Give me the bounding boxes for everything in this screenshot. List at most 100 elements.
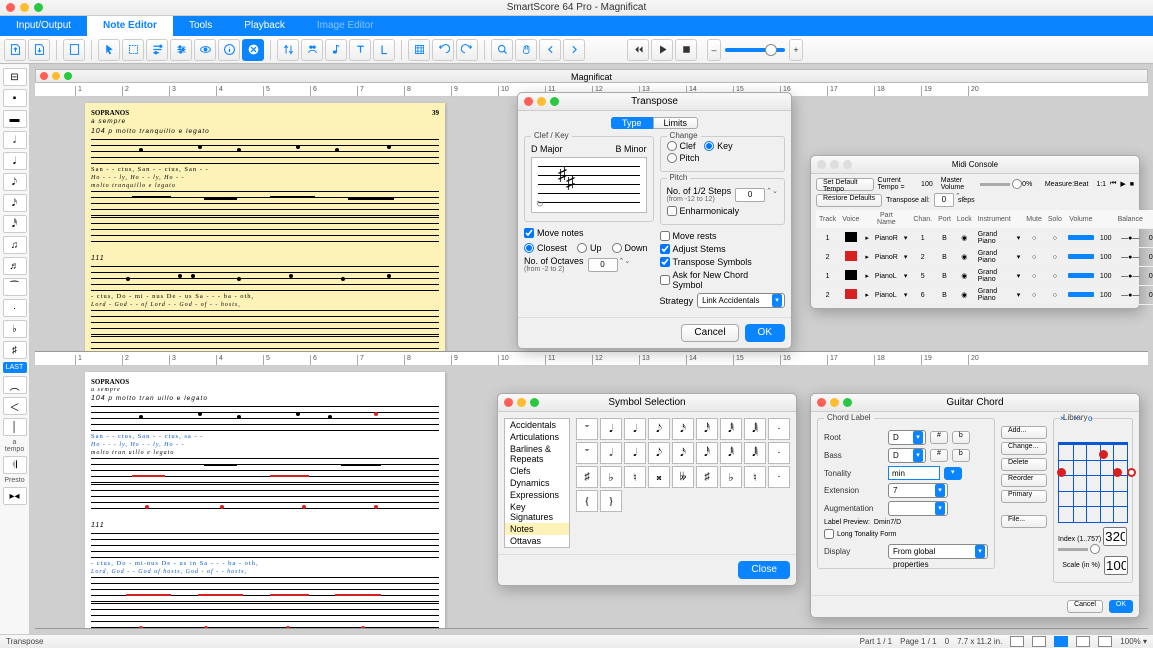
- transsymbols-check[interactable]: [660, 257, 670, 267]
- tool-part-icon[interactable]: [301, 39, 323, 61]
- tool-next-icon[interactable]: [563, 39, 585, 61]
- symbol-cell[interactable]: ♯: [696, 466, 718, 488]
- tab-limits[interactable]: Limits: [653, 117, 699, 129]
- symbol-cell[interactable]: 𝅘𝅥𝅮: [648, 442, 670, 464]
- play-icon[interactable]: [651, 39, 673, 61]
- close-icon[interactable]: [524, 97, 533, 106]
- score-page-top[interactable]: SOPRANOS a sempre 39 104 p molto tranqui…: [85, 103, 445, 352]
- zoom-light[interactable]: [34, 3, 43, 12]
- symbol-cell[interactable]: ·: [768, 466, 790, 488]
- max-icon[interactable]: [550, 97, 559, 106]
- symbol-cell[interactable]: 𝄻: [576, 418, 598, 440]
- add-button[interactable]: Add...: [1001, 426, 1047, 439]
- tool-properties-icon[interactable]: [146, 39, 168, 61]
- change-pitch-radio[interactable]: [667, 153, 677, 163]
- midi-row[interactable]: 2▸PianoL▾6B◉Grand Piano▾○○100—●—00: [816, 286, 1153, 305]
- pal-cresc-icon[interactable]: ＜: [3, 397, 27, 415]
- symbol-cell[interactable]: 𝄫: [672, 466, 694, 488]
- symbol-category[interactable]: Dynamics: [505, 477, 569, 489]
- display-select[interactable]: From global properties: [888, 544, 988, 559]
- transall-spinner[interactable]: 0: [934, 193, 954, 207]
- symbol-cell[interactable]: ♭: [600, 466, 622, 488]
- min-icon[interactable]: [517, 398, 526, 407]
- tool-export-icon[interactable]: [28, 39, 50, 61]
- tempo-plus-icon[interactable]: +: [789, 39, 803, 61]
- index-slider[interactable]: [1058, 548, 1088, 551]
- tool-cursor-icon[interactable]: [98, 39, 120, 61]
- tool-hide-icon[interactable]: [242, 39, 264, 61]
- symbol-cell[interactable]: 𝅘𝅥𝅲: [744, 418, 766, 440]
- pal-collapse-icon[interactable]: ▸◂: [3, 487, 27, 505]
- chord-cancel-button[interactable]: Cancel: [1067, 600, 1103, 613]
- view-mode-2-icon[interactable]: [1032, 636, 1046, 647]
- tonality-picker[interactable]: ▾: [944, 467, 962, 480]
- symbol-category[interactable]: Key Signatures: [505, 501, 569, 523]
- longform-check[interactable]: [824, 529, 834, 539]
- symbol-cell[interactable]: ·: [768, 418, 790, 440]
- tool-lyric-icon[interactable]: [373, 39, 395, 61]
- symbol-category[interactable]: Rests: [505, 547, 569, 548]
- tab-note-editor[interactable]: Note Editor: [87, 16, 173, 36]
- pal-beam2-icon[interactable]: ♫: [3, 236, 27, 254]
- fretboard[interactable]: [1058, 443, 1128, 523]
- pal-16th-icon[interactable]: 𝅘𝅥𝅯: [3, 194, 27, 212]
- tempo-slider[interactable]: [725, 48, 785, 52]
- newchord-check[interactable]: [660, 275, 670, 285]
- strategy-select[interactable]: Link Accidentals: [697, 293, 785, 308]
- tool-info-icon[interactable]: [218, 39, 240, 61]
- symbol-cell[interactable]: 𝅘𝅥: [600, 418, 622, 440]
- symbol-grid[interactable]: 𝄻𝅘𝅥𝅘𝅥𝅘𝅥𝅮𝅘𝅥𝅯𝅘𝅥𝅰𝅘𝅥𝅱𝅘𝅥𝅲·𝄻𝅗𝅥𝅘𝅥𝅘𝅥𝅮𝅘𝅥𝅯𝅘𝅥𝅰𝅘𝅥𝅱𝅘𝅥…: [576, 418, 790, 548]
- symbol-category[interactable]: Barlines & Repeats: [505, 443, 569, 465]
- symbol-cell[interactable]: 𝅘𝅥𝅰: [696, 418, 718, 440]
- bass-flat-button[interactable]: b: [952, 449, 970, 462]
- pal-dot-icon[interactable]: ·: [3, 299, 27, 317]
- delete-button[interactable]: Delete: [1001, 458, 1047, 471]
- min-icon[interactable]: [830, 398, 839, 407]
- minimize-light[interactable]: [20, 3, 29, 12]
- change-clef-radio[interactable]: [667, 141, 677, 151]
- tool-gracenote-icon[interactable]: [325, 39, 347, 61]
- midi-row[interactable]: 2▸PianoR▾2B◉Grand Piano▾○○100—●—00: [816, 248, 1153, 267]
- tab-type[interactable]: Type: [611, 117, 653, 129]
- symbol-category[interactable]: Expressions: [505, 489, 569, 501]
- symbol-cell[interactable]: 𝅘𝅥𝅰: [696, 442, 718, 464]
- tool-prev-icon[interactable]: [539, 39, 561, 61]
- change-key-radio[interactable]: [704, 141, 714, 151]
- tab-image-editor[interactable]: Image Editor: [301, 16, 390, 36]
- pal-last-label[interactable]: LAST: [3, 362, 27, 373]
- symbol-cell[interactable]: {: [576, 490, 598, 512]
- symbol-cell[interactable]: 𝄪: [648, 466, 670, 488]
- tool-grid-icon[interactable]: [408, 39, 430, 61]
- symbol-category[interactable]: Articulations: [505, 431, 569, 443]
- stop-icon[interactable]: [675, 39, 697, 61]
- midi-row[interactable]: 1▸PianoL▾5B◉Grand Piano▾○○100—●—00: [816, 267, 1153, 286]
- symbol-cell[interactable]: 𝅘𝅥𝅯: [672, 418, 694, 440]
- pal-tie-icon[interactable]: ⁀: [3, 278, 27, 296]
- closest-radio[interactable]: [524, 243, 534, 253]
- tool-text-icon[interactable]: [349, 39, 371, 61]
- bass-sharp-button[interactable]: #: [930, 449, 948, 462]
- pal-sharp-icon[interactable]: ♯: [3, 341, 27, 359]
- transpose-ok-button[interactable]: OK: [745, 324, 785, 342]
- symbol-cell[interactable]: 𝅘𝅥𝅯: [672, 442, 694, 464]
- close-icon[interactable]: [504, 398, 513, 407]
- view-mode-5-icon[interactable]: [1098, 636, 1112, 647]
- change-button[interactable]: Change...: [1001, 442, 1047, 455]
- scale-input[interactable]: [1104, 556, 1128, 575]
- chord-ok-button[interactable]: OK: [1109, 600, 1133, 613]
- doc-min-light[interactable]: [52, 72, 60, 80]
- symbol-category[interactable]: Clefs: [505, 465, 569, 477]
- master-volume-slider[interactable]: [980, 183, 1010, 186]
- symbol-category-list[interactable]: AccidentalsArticulationsBarlines & Repea…: [504, 418, 570, 548]
- pal-half-icon[interactable]: 𝅗𝅥: [3, 131, 27, 149]
- score-page-bottom[interactable]: SOPRANOS a sempre 104 p molto tran uillo…: [85, 372, 445, 629]
- index-input[interactable]: [1103, 527, 1127, 546]
- tool-page-icon[interactable]: [63, 39, 85, 61]
- tool-visibility-icon[interactable]: [194, 39, 216, 61]
- pal-32nd-icon[interactable]: 𝅘𝅥𝅰: [3, 215, 27, 233]
- symbol-cell[interactable]: 𝅘𝅥: [624, 418, 646, 440]
- symbol-cell[interactable]: ·: [768, 442, 790, 464]
- tool-sliders-icon[interactable]: [170, 39, 192, 61]
- reorder-button[interactable]: Reorder: [1001, 474, 1047, 487]
- pal-quarter-icon[interactable]: 𝅘𝅥: [3, 152, 27, 170]
